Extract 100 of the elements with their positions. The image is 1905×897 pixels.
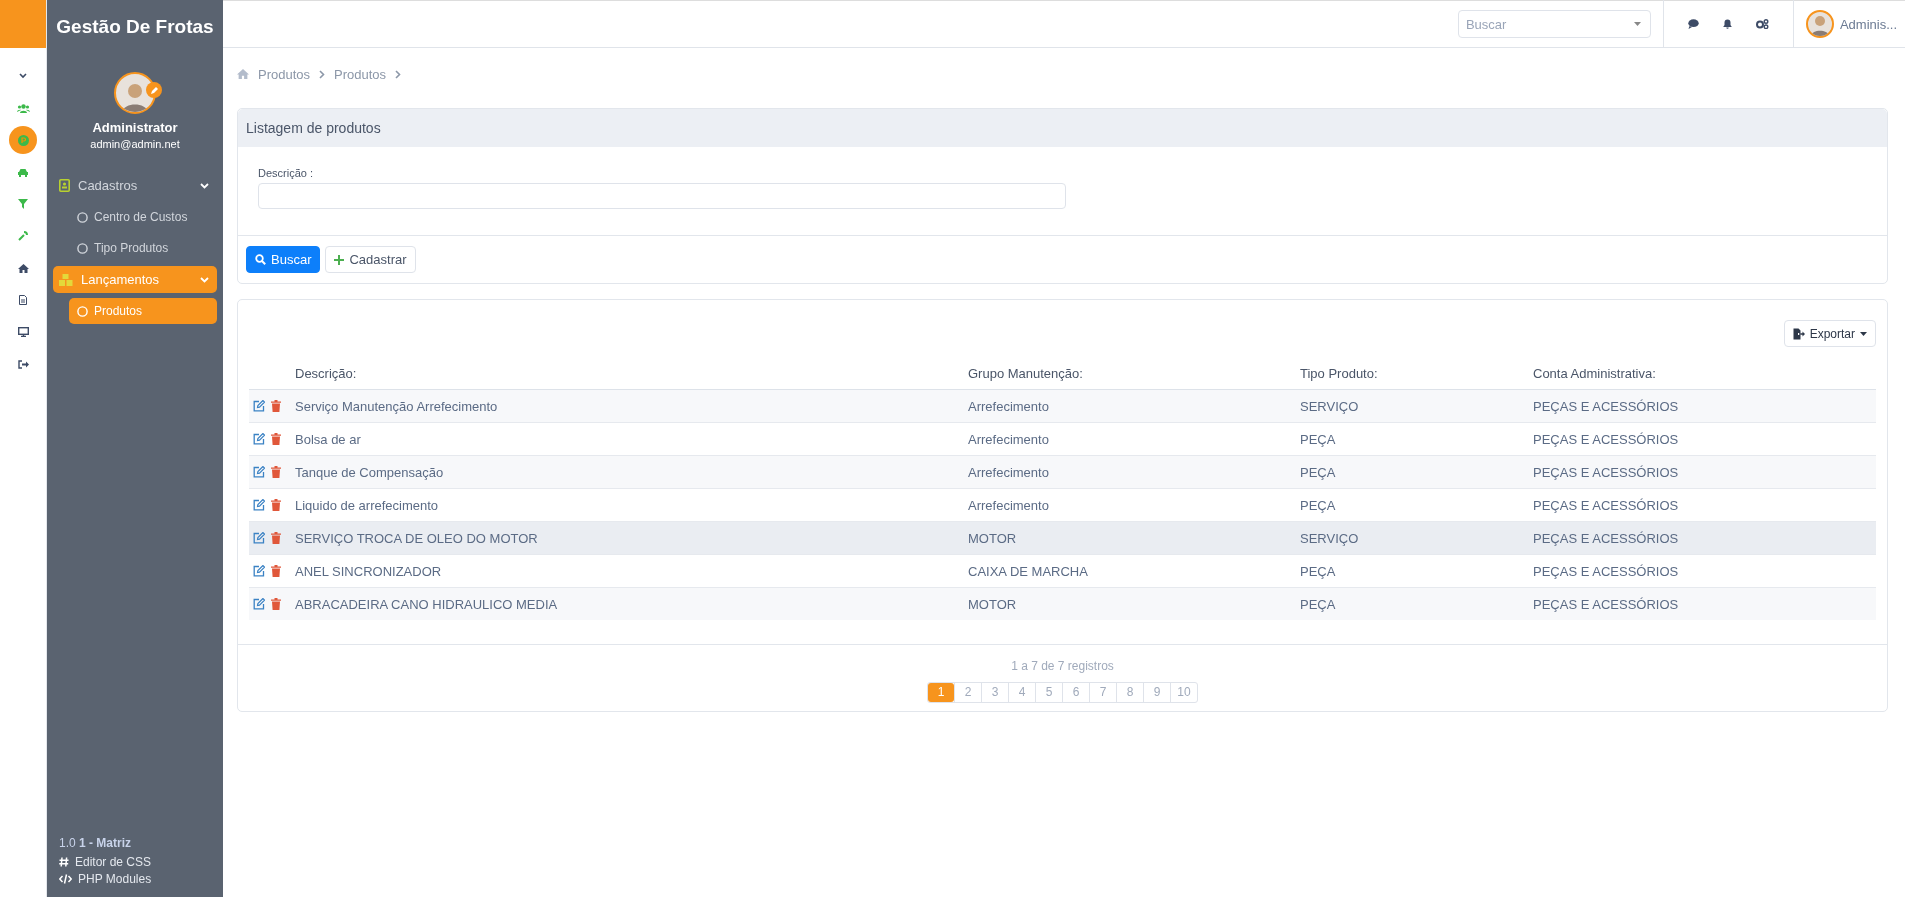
edit-icon <box>253 400 265 412</box>
delete-button[interactable] <box>271 466 281 478</box>
menu-item[interactable]: Cadastros <box>53 172 217 199</box>
edit-button[interactable] <box>253 400 265 412</box>
edit-button[interactable] <box>253 565 265 577</box>
edit-button[interactable] <box>253 433 265 445</box>
table-cell-text: Arrefecimento <box>968 431 1050 447</box>
search-button[interactable]: Buscar <box>246 246 321 273</box>
avatar-placeholder <box>114 72 156 114</box>
records-summary: 1 a 7 de 7 registros <box>1011 659 1114 673</box>
chat-button[interactable] <box>1685 17 1701 31</box>
table-cell-text: PEÇAS E ACESSÓRIOS <box>1533 497 1680 513</box>
table-row[interactable]: Tanque de Compensação Arrefecimento PEÇA PEÇAS E ACESSÓRIOS <box>249 456 1876 489</box>
bell-icon <box>1722 19 1732 29</box>
wrench-icon <box>18 231 28 241</box>
edit-avatar-button[interactable] <box>146 82 162 98</box>
table-cell-text: ABRACADEIRA CANO HIDRAULICO MEDIA <box>295 596 559 612</box>
table-cell-text: PEÇA <box>1300 497 1337 513</box>
page-button[interactable]: 9 <box>1143 683 1170 702</box>
table-cell-text: PEÇA <box>1300 464 1337 480</box>
table-row[interactable]: Serviço Manutenção Arrefecimento Arrefecimento SERVIÇO PEÇAS E ACESSÓRIOS <box>249 390 1876 423</box>
settings-button[interactable] <box>1753 17 1771 31</box>
user-name: Administrator <box>91 120 179 135</box>
active-nav-button[interactable] <box>9 126 37 154</box>
page-button[interactable]: 10 <box>1170 683 1197 702</box>
description-input[interactable] <box>258 183 1066 209</box>
caret-icon <box>1860 331 1867 336</box>
footer-link[interactable]: PHP Modules <box>59 870 211 887</box>
file-export-icon <box>1792 327 1805 340</box>
table-cell-text: SERVIÇO TROCA DE OLEO DO MOTOR <box>295 530 539 546</box>
table-cell-text: ANEL SINCRONIZADOR <box>295 563 443 579</box>
contact-card-icon <box>59 179 70 192</box>
circle-icon <box>77 305 88 317</box>
edit-button[interactable] <box>253 499 265 511</box>
chevron-icon <box>200 276 209 283</box>
submenu-item[interactable]: Produtos <box>69 298 217 324</box>
delete-button[interactable] <box>271 532 281 544</box>
chevron-down-icon <box>19 73 27 79</box>
menu-item[interactable]: Lançamentos <box>53 266 217 293</box>
page-button[interactable]: 2 <box>954 683 981 702</box>
user-menu[interactable]: Adminis... <box>1793 10 1905 38</box>
page-button[interactable]: 4 <box>1008 683 1035 702</box>
table-row[interactable]: ABRACADEIRA CANO HIDRAULICO MEDIA MOTOR PEÇA PEÇAS E ACESSÓRIOS <box>249 588 1876 620</box>
submenu-item[interactable]: Centro de Custos <box>69 204 217 230</box>
table-row[interactable]: SERVIÇO TROCA DE OLEO DO MOTOR MOTOR SERVIÇO PEÇAS E ACESSÓRIOS <box>249 522 1876 555</box>
trash-icon <box>271 565 281 577</box>
trash-icon <box>271 499 281 511</box>
breadcrumb-link[interactable]: Produtos <box>334 66 387 82</box>
table-cell-text: Liquido de arrefecimento <box>295 497 440 513</box>
edit-icon <box>253 466 265 478</box>
table-cell-text: Arrefecimento <box>968 497 1050 513</box>
table-cell-text: PEÇAS E ACESSÓRIOS <box>1533 530 1680 546</box>
search-icon <box>255 254 266 265</box>
page-button[interactable]: 6 <box>1062 683 1089 702</box>
users-icon <box>16 103 30 113</box>
table-cell-text: Arrefecimento <box>968 464 1050 480</box>
breadcrumb-link[interactable]: Produtos <box>258 66 311 82</box>
submenu-item[interactable]: Tipo Produtos <box>69 235 217 261</box>
chevron-right-icon <box>395 69 402 79</box>
table-cell-text: Tanque de Compensação <box>295 464 445 480</box>
edit-button[interactable] <box>253 598 265 610</box>
boxes-icon <box>59 273 73 286</box>
table-cell-text: PEÇA <box>1300 596 1337 612</box>
filter-icon <box>18 199 28 209</box>
table-cell-text: Serviço Manutenção Arrefecimento <box>295 398 499 414</box>
column-header: Conta Administrativa: <box>1533 365 1657 381</box>
delete-button[interactable] <box>271 499 281 511</box>
page-button[interactable]: 1 <box>928 683 954 702</box>
page-button[interactable]: 7 <box>1089 683 1116 702</box>
table-cell-text: PEÇAS E ACESSÓRIOS <box>1533 596 1680 612</box>
delete-button[interactable] <box>271 400 281 412</box>
page-button[interactable]: 3 <box>981 683 1008 702</box>
chevron-right-icon <box>319 69 326 79</box>
add-button[interactable]: Cadastrar <box>325 246 416 273</box>
edit-button[interactable] <box>253 532 265 544</box>
edit-icon <box>253 499 265 511</box>
column-header: Grupo Manutenção: <box>968 365 1084 381</box>
table-cell-text: PEÇA <box>1300 563 1337 579</box>
trash-icon <box>271 532 281 544</box>
edit-button[interactable] <box>253 466 265 478</box>
field-label: Descrição : <box>258 167 315 179</box>
plus-icon <box>334 254 345 265</box>
edit-icon <box>253 532 265 544</box>
car-icon <box>17 167 29 177</box>
chat-icon <box>1687 19 1699 29</box>
search-select[interactable]: Buscar <box>1457 10 1651 38</box>
table-cell-text: PEÇAS E ACESSÓRIOS <box>1533 431 1680 447</box>
home-icon <box>17 263 29 273</box>
edit-icon <box>253 433 265 445</box>
edit-icon <box>253 598 265 610</box>
page-button[interactable]: 8 <box>1116 683 1143 702</box>
trash-icon <box>271 466 281 478</box>
export-button[interactable]: Exportar <box>1783 320 1876 347</box>
page-button[interactable]: 5 <box>1035 683 1062 702</box>
delete-button[interactable] <box>271 565 281 577</box>
table-cell-text: PEÇAS E ACESSÓRIOS <box>1533 398 1680 414</box>
delete-button[interactable] <box>271 433 281 445</box>
delete-button[interactable] <box>271 598 281 610</box>
footer-link[interactable]: Editor de CSS <box>59 853 211 870</box>
table-cell-text: Arrefecimento <box>968 398 1050 414</box>
